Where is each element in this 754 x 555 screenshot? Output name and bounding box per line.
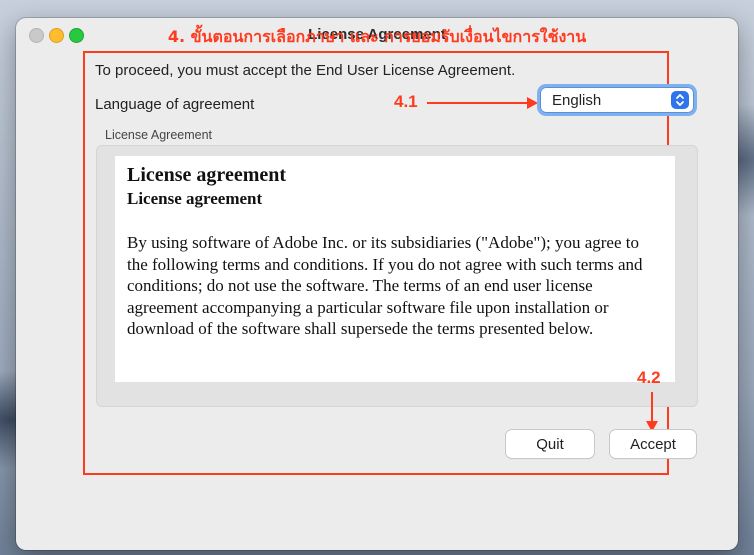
annotation-arrow-right-icon — [527, 97, 538, 109]
instructions-text: To proceed, you must accept the End User… — [95, 62, 516, 79]
license-body: By using software of Adobe Inc. or its s… — [127, 233, 643, 338]
annotation-step-4-2: 4.2 — [637, 368, 661, 387]
chevron-up-down-icon — [671, 91, 689, 109]
quit-button[interactable]: Quit — [506, 430, 594, 458]
annotation-heading: 4. ขั้นตอนการเลือกภาษา และ การยอมรับเงื่… — [167, 27, 587, 46]
language-select[interactable]: English — [540, 87, 694, 113]
annotation-step-4-1: 4.1 — [394, 92, 418, 111]
license-text-area[interactable]: License agreement License agreement By u… — [115, 156, 675, 382]
annotation-arrow-line — [427, 102, 529, 104]
language-label: Language of agreement — [95, 96, 255, 113]
accept-button[interactable]: Accept — [610, 430, 696, 458]
license-subheading: License agreement — [127, 189, 263, 208]
annotation-arrow-line-vertical — [651, 392, 653, 423]
license-group-label: License Agreement — [105, 128, 213, 142]
license-heading: License agreement — [127, 164, 287, 186]
language-select-value: English — [552, 91, 602, 109]
